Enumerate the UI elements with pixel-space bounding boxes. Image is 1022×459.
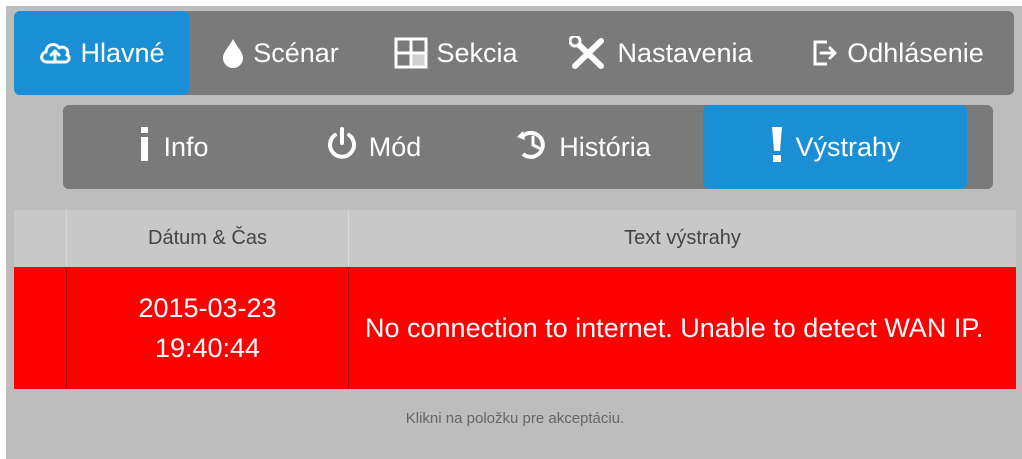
power-icon — [325, 126, 359, 168]
nav-item-hlavne-label: Hlavné — [80, 37, 165, 68]
cloud-upload-icon — [38, 38, 72, 68]
nav-item-sekcia[interactable]: Sekcia — [371, 11, 541, 95]
drop-icon — [221, 37, 245, 69]
exclamation-icon — [769, 125, 785, 170]
subnav-item-mod[interactable]: Mód — [283, 105, 463, 189]
alert-datetime: 2015-03-23 19:40:44 — [67, 267, 349, 389]
alert-time: 19:40:44 — [154, 333, 261, 363]
info-icon — [137, 125, 153, 170]
nav-item-sekcia-label: Sekcia — [436, 37, 518, 68]
nav-item-scenar[interactable]: Scénar — [189, 11, 371, 95]
alert-date: 2015-03-23 — [138, 293, 277, 323]
nav-item-odhlasenie-label: Odhlásenie — [847, 37, 984, 68]
nav-item-nastavenia[interactable]: Nastavenia — [541, 11, 781, 95]
history-icon — [515, 127, 549, 168]
subnav-item-vystrahy-label: Výstrahy — [795, 131, 901, 162]
grid-section-icon — [394, 37, 428, 69]
nav-item-nastavenia-label: Nastavenia — [617, 37, 753, 68]
header-spacer — [14, 210, 67, 267]
column-header-datetime: Dátum & Čas — [67, 210, 349, 267]
subnav-item-historia-label: História — [559, 131, 651, 162]
nav-item-scenar-label: Scénar — [253, 37, 339, 68]
nav-item-hlavne[interactable]: Hlavné — [14, 11, 189, 95]
subnav-item-info[interactable]: Info — [63, 105, 283, 189]
main-nav: Hlavné Scénar Sekcia Nastavenia Odhlásen… — [14, 11, 1014, 95]
logout-icon — [811, 38, 839, 68]
nav-item-odhlasenie[interactable]: Odhlásenie — [781, 11, 1014, 95]
sub-nav: Info Mód História Výstrahy — [63, 105, 993, 189]
subnav-item-vystrahy[interactable]: Výstrahy — [703, 105, 967, 189]
alerts-table: Dátum & Čas Text výstrahy 2015-03-23 19:… — [14, 210, 1016, 389]
row-spacer — [14, 267, 67, 389]
table-header: Dátum & Čas Text výstrahy — [14, 210, 1016, 267]
wrench-screwdriver-icon — [569, 36, 609, 70]
accept-hint: Klikni na položku pre akceptáciu. — [405, 410, 625, 427]
table-row[interactable]: 2015-03-23 19:40:44 No connection to int… — [14, 267, 1016, 389]
alert-text: No connection to internet. Unable to det… — [365, 313, 984, 343]
subnav-item-mod-label: Mód — [368, 131, 422, 162]
column-header-alert-text: Text výstrahy — [624, 227, 741, 249]
subnav-item-info-label: Info — [163, 131, 209, 162]
subnav-item-historia[interactable]: História — [463, 105, 703, 189]
